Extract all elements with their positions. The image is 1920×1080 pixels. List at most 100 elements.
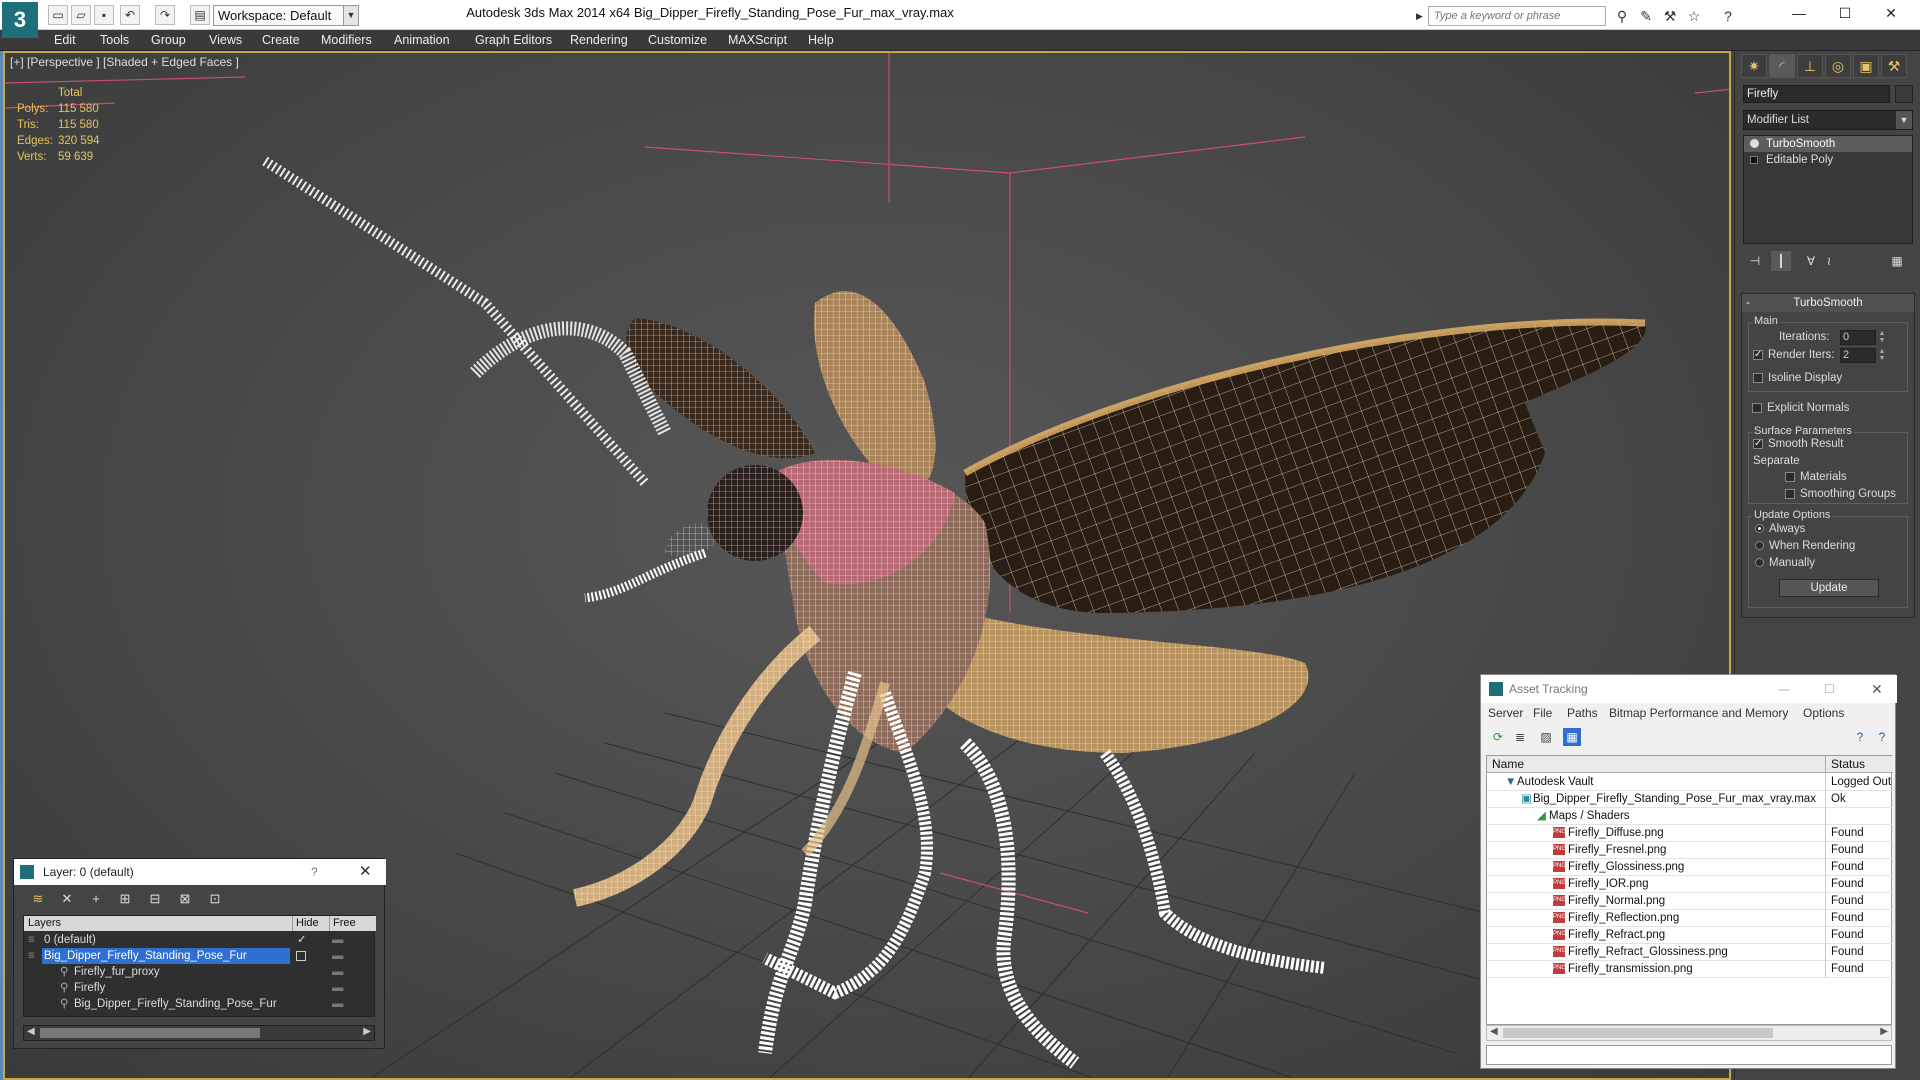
layer-row[interactable]: ≡ Big_Dipper_Firefly_Standing_Pose_Fur ▬ [24, 948, 376, 964]
scrollbar-thumb[interactable] [1503, 1028, 1773, 1038]
table-row[interactable]: PNG Firefly_Reflection.png Found [1487, 910, 1893, 927]
menu-paths[interactable]: Paths [1567, 703, 1598, 723]
scroll-left-icon[interactable]: ◀ [1490, 1026, 1498, 1037]
stack-item-turbosmooth[interactable]: TurboSmooth [1744, 136, 1912, 152]
favorites-star-icon[interactable]: ☆ [1684, 6, 1704, 26]
show-end-result-icon[interactable]: ┃ [1771, 251, 1791, 271]
table-row[interactable]: ◢ Maps / Shaders [1487, 808, 1893, 825]
layer-row[interactable]: ⚲ Big_Dipper_Firefly_Standing_Pose_Fur ▬ [24, 996, 376, 1012]
scrollbar-thumb[interactable] [40, 1028, 260, 1038]
create-tab-icon[interactable]: ✷ [1741, 54, 1767, 78]
column-layers[interactable]: Layers [28, 916, 61, 931]
close-button[interactable]: ✕ [1868, 0, 1914, 26]
layer-row[interactable]: ⚲ Firefly_fur_proxy ▬ [24, 964, 376, 980]
help-button[interactable]: ? [311, 859, 318, 885]
menu-help[interactable]: Help [808, 30, 834, 51]
table-row[interactable]: PNG Firefly_Normal.png Found [1487, 893, 1893, 910]
menu-tools[interactable]: Tools [100, 30, 129, 51]
minimize-button[interactable]: — [1776, 0, 1822, 26]
table-row[interactable]: PNG Firefly_Fresnel.png Found [1487, 842, 1893, 859]
select-objects-icon[interactable]: ⊞ [115, 890, 135, 908]
menu-file[interactable]: File [1533, 703, 1552, 723]
configure-modifier-sets-icon[interactable]: ▦ [1887, 251, 1907, 271]
always-radio[interactable]: Always [1755, 523, 1805, 535]
scroll-right-icon[interactable]: ▶ [363, 1026, 371, 1037]
menu-maxscript[interactable]: MAXScript [728, 30, 787, 51]
menu-modifiers[interactable]: Modifiers [321, 30, 372, 51]
menu-group[interactable]: Group [151, 30, 186, 51]
current-layer-box[interactable] [296, 951, 306, 961]
horizontal-scrollbar[interactable]: ◀ ▶ [1486, 1025, 1892, 1041]
list-view-icon[interactable]: ≣ [1511, 728, 1529, 746]
exchange-icon[interactable]: ⚒ [1660, 6, 1680, 26]
freeze-all-icon[interactable]: ⊡ [205, 890, 225, 908]
table-row[interactable]: PNG Firefly_transmission.png Found [1487, 961, 1893, 978]
remove-modifier-icon[interactable]: ≀ [1819, 251, 1839, 271]
asset-path-field[interactable] [1486, 1045, 1892, 1065]
update-button[interactable]: Update [1779, 579, 1879, 597]
iterations-spinner[interactable]: 0 [1840, 330, 1876, 345]
menu-bitmap-performance[interactable]: Bitmap Performance and Memory [1609, 703, 1788, 723]
pin-stack-icon[interactable]: ⊣ [1745, 251, 1765, 271]
render-iters-checkbox[interactable]: ✓ Render Iters: [1753, 349, 1834, 361]
table-row[interactable]: ▣ Big_Dipper_Firefly_Standing_Pose_Fur_m… [1487, 791, 1893, 808]
object-color-swatch[interactable] [1895, 85, 1913, 103]
hierarchy-tab-icon[interactable]: ⊥ [1797, 54, 1823, 78]
chevron-right-icon[interactable]: ▶ [1416, 6, 1428, 26]
manually-radio[interactable]: Manually [1755, 557, 1815, 569]
modify-tab-icon[interactable]: ◜ [1769, 54, 1795, 78]
materials-checkbox[interactable]: Materials [1785, 471, 1847, 483]
spinner-arrows-icon[interactable]: ▲ ▼ [1877, 348, 1887, 363]
when-rendering-radio[interactable]: When Rendering [1755, 540, 1855, 552]
column-freeze[interactable]: Free [329, 916, 356, 931]
stack-item-editable-poly[interactable]: Editable Poly [1744, 152, 1912, 168]
display-tab-icon[interactable]: ▣ [1853, 54, 1879, 78]
close-button[interactable]: ✕ [359, 859, 372, 885]
column-name[interactable]: Name [1492, 756, 1524, 773]
table-row[interactable]: ▼ Autodesk Vault Logged Out [1487, 774, 1893, 791]
hide-all-icon[interactable]: ⊠ [175, 890, 195, 908]
asset-window-titlebar[interactable]: Asset Tracking — ☐ ✕ [1481, 675, 1897, 703]
table-row[interactable]: PNG Firefly_Glossiness.png Found [1487, 859, 1893, 876]
scroll-right-icon[interactable]: ▶ [1880, 1026, 1888, 1037]
make-unique-icon[interactable]: ∀ [1801, 251, 1821, 271]
add-layer-icon[interactable]: + [86, 890, 106, 908]
menu-rendering[interactable]: Rendering [570, 30, 628, 51]
maximize-button[interactable]: ☐ [1824, 675, 1835, 703]
column-status[interactable]: Status [1825, 756, 1865, 773]
close-button[interactable]: ✕ [1871, 675, 1883, 703]
table-row[interactable]: PNG Firefly_Refract.png Found [1487, 927, 1893, 944]
menu-edit[interactable]: Edit [54, 30, 76, 51]
explicit-normals-checkbox[interactable]: Explicit Normals [1752, 402, 1849, 414]
search-input[interactable] [1428, 6, 1606, 26]
render-iters-spinner[interactable]: 2 [1840, 348, 1876, 363]
smooth-result-checkbox[interactable]: ✓ Smooth Result [1753, 438, 1843, 450]
rollout-header[interactable]: - TurboSmooth [1742, 294, 1914, 312]
menu-options[interactable]: Options [1803, 703, 1844, 723]
table-row[interactable]: PNG Firefly_Refract_Glossiness.png Found [1487, 944, 1893, 961]
table-view-icon[interactable]: ▦ [1563, 728, 1581, 746]
application-menu-button[interactable]: 3 [2, 2, 38, 38]
menu-views[interactable]: Views [209, 30, 242, 51]
table-row[interactable]: PNG Firefly_Diffuse.png Found [1487, 825, 1893, 842]
column-hide[interactable]: Hide [292, 916, 319, 931]
highlight-layer-icon[interactable]: ⊟ [145, 890, 165, 908]
isoline-display-checkbox[interactable]: Isoline Display [1753, 372, 1842, 384]
thumbnail-view-icon[interactable]: ▨ [1537, 728, 1555, 746]
layer-settings-icon[interactable]: ≋ [28, 890, 48, 908]
menu-server[interactable]: Server [1488, 703, 1523, 723]
layer-row[interactable]: ≡ 0 (default) ✓ ▬ [24, 932, 376, 948]
expand-icon[interactable] [1750, 156, 1758, 164]
table-row[interactable]: PNG Firefly_IOR.png Found [1487, 876, 1893, 893]
lightbulb-icon[interactable] [1750, 139, 1759, 148]
viewport-label[interactable]: [+] [Perspective ] [Shaded + Edged Faces… [10, 55, 239, 69]
smoothing-groups-checkbox[interactable]: Smoothing Groups [1785, 488, 1896, 500]
spinner-arrows-icon[interactable]: ▲ ▼ [1877, 330, 1887, 345]
menu-graph-editors[interactable]: Graph Editors [475, 30, 552, 51]
help-icon[interactable]: ? [1718, 6, 1738, 26]
menu-animation[interactable]: Animation [394, 30, 450, 51]
scroll-left-icon[interactable]: ◀ [27, 1026, 35, 1037]
layer-window-titlebar[interactable]: Layer: 0 (default) ? ✕ [14, 859, 386, 885]
communication-center-icon[interactable]: ✎ [1636, 6, 1656, 26]
horizontal-scrollbar[interactable]: ◀ ▶ [23, 1025, 375, 1041]
